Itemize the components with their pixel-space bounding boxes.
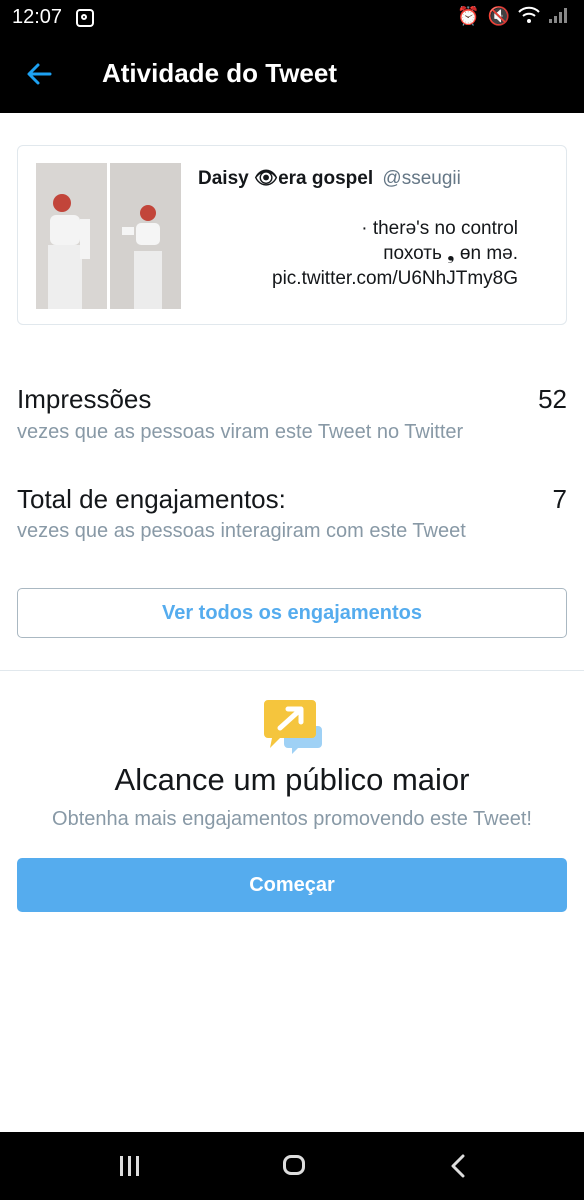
divider (0, 670, 584, 671)
impressions-label: Impressões (17, 384, 152, 414)
back-button[interactable] (22, 56, 58, 92)
tweet-text: · therə's no control похоть ❟ ɵn mə. pic… (272, 218, 518, 289)
engagements-description: vezes que as pessoas interagiram com est… (17, 520, 466, 542)
tweet-image-1[interactable] (36, 163, 107, 309)
tweet-card[interactable]: Daisy 👁era gospel @sseugii · therə's no … (17, 145, 567, 325)
signal-icon (548, 6, 570, 29)
start-promotion-button[interactable]: Começar (17, 858, 567, 912)
system-nav-bar (0, 1132, 584, 1200)
status-time: 12:07 (12, 6, 63, 28)
author-handle: @sseugii (382, 168, 461, 189)
alarm-icon: ⏰ (457, 6, 480, 26)
mute-icon: 🔇 (487, 6, 510, 26)
app-header: Atividade do Tweet (0, 34, 584, 113)
impressions-description: vezes que as pessoas viram este Tweet no… (17, 421, 464, 443)
impressions-value: 52 (538, 384, 567, 414)
instagram-icon (76, 9, 94, 27)
status-bar: 12:07 ⏰ 🔇 (0, 0, 584, 34)
promo-subtitle: Obtenha mais engajamentos promovendo est… (52, 808, 532, 830)
status-icons: ⏰ 🔇 (457, 6, 570, 29)
wifi-icon (518, 6, 540, 29)
engagements-value: 7 (552, 484, 567, 514)
recents-icon[interactable] (118, 1156, 142, 1176)
chevron-left-icon[interactable] (448, 1154, 468, 1178)
engagements-label: Total de engajamentos: (17, 484, 286, 514)
author-name: Daisy 👁era gospel (198, 168, 374, 189)
view-all-engagements-button[interactable]: Ver todos os engajamentos (17, 588, 567, 638)
page-title: Atividade do Tweet (102, 58, 337, 88)
tweet-author: Daisy 👁era gospel @sseugii (198, 166, 461, 190)
home-icon[interactable] (283, 1155, 305, 1175)
promote-arrow-icon (264, 700, 322, 754)
promo-title: Alcance um público maior (114, 762, 470, 797)
arrow-left-icon (27, 63, 52, 85)
tweet-image-2[interactable] (110, 163, 181, 309)
